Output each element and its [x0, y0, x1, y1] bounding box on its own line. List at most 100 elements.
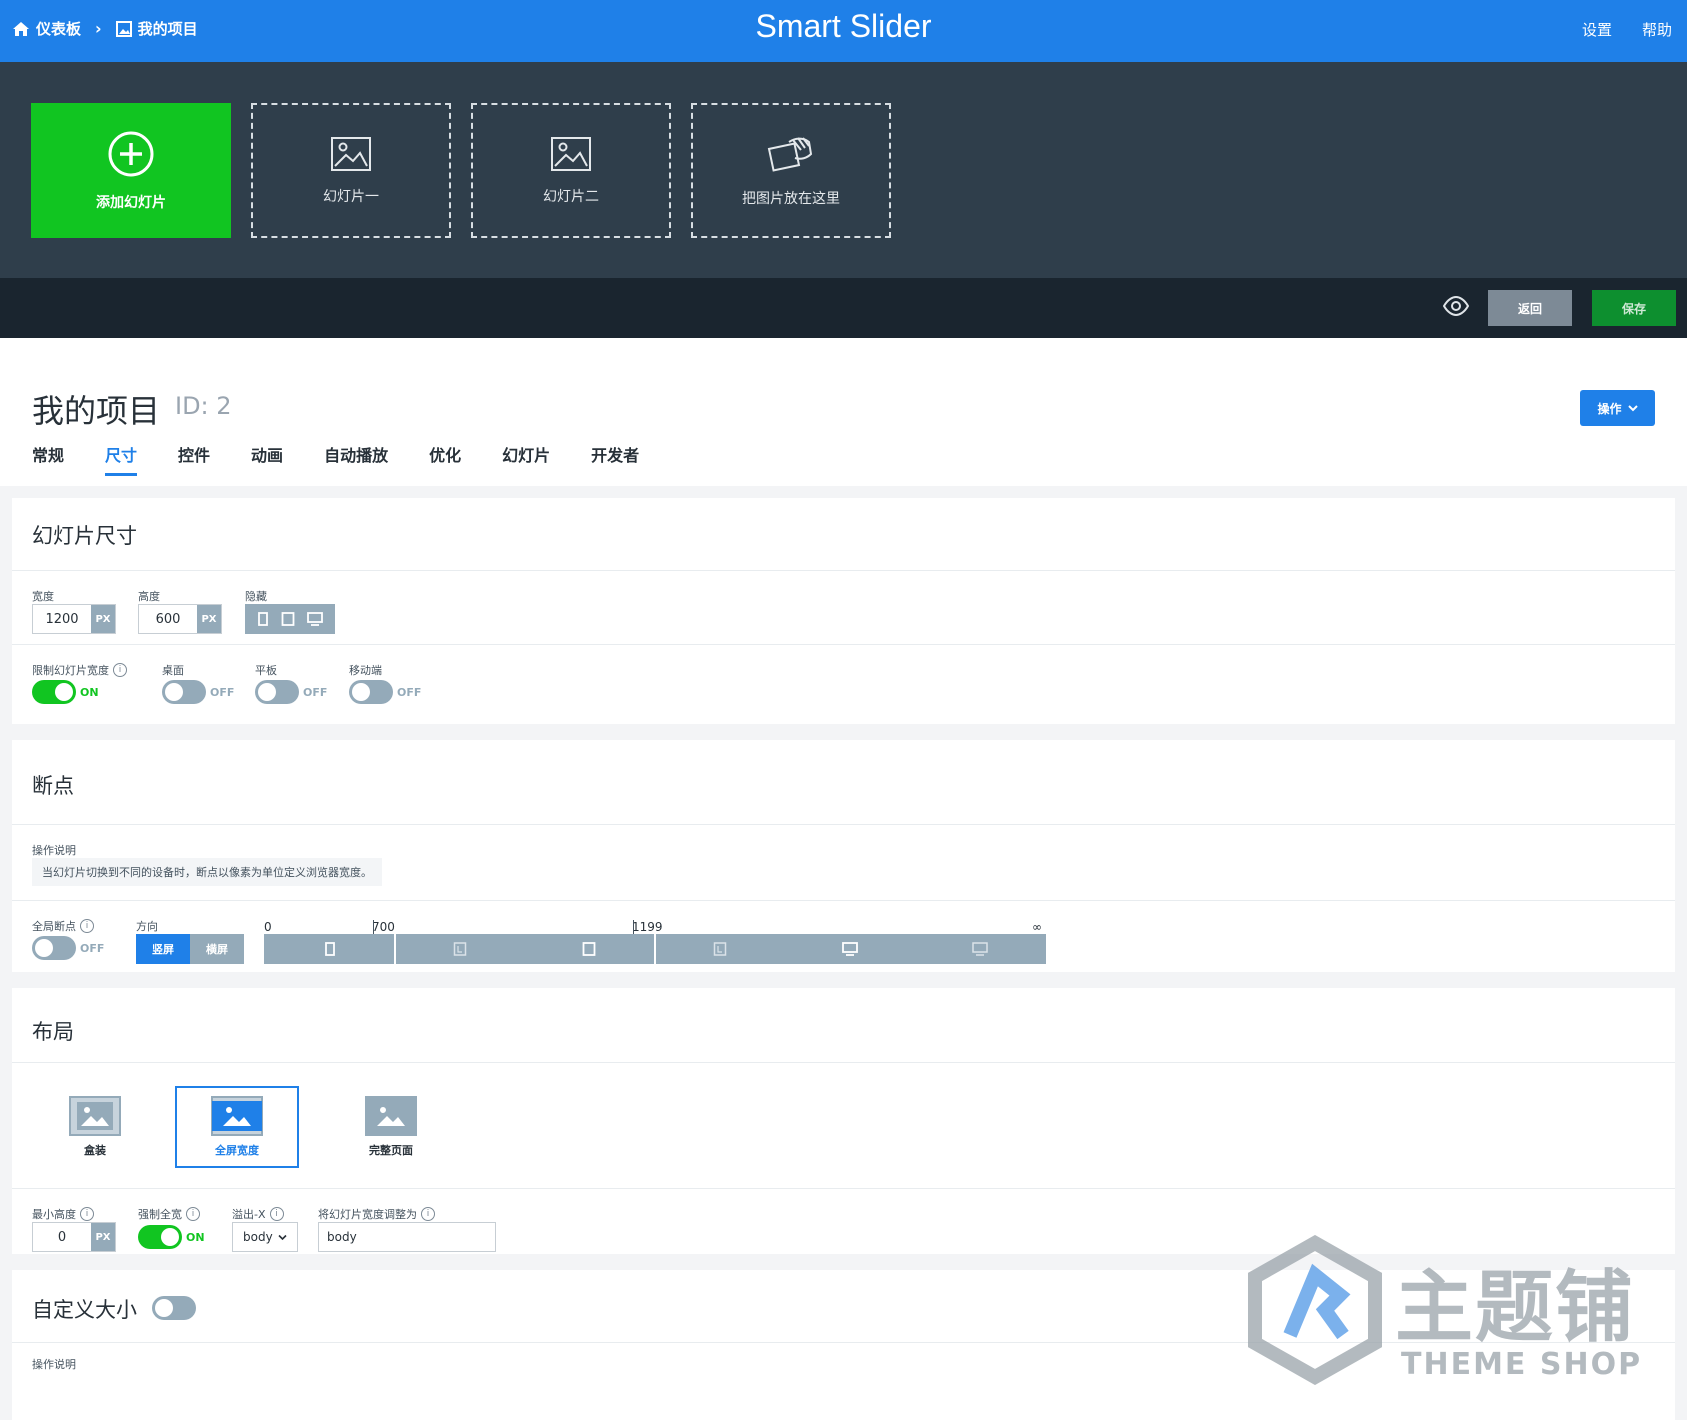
main-content: 我的项目 ID: 2 操作 常规 尺寸 控件 动画 自动播放 优化 幻灯片 开发…	[0, 338, 1687, 1420]
toggle-switch	[138, 1225, 182, 1249]
info-icon[interactable]: i	[269, 1207, 284, 1221]
height-input[interactable]: 600 PX	[138, 604, 222, 634]
hide-label: 隐藏	[245, 588, 267, 604]
tab-optimize[interactable]: 优化	[429, 442, 461, 476]
tablet-icon[interactable]	[281, 612, 295, 626]
layout-fullpage-label: 完整页面	[369, 1144, 413, 1157]
help-link[interactable]: 帮助	[1642, 19, 1672, 40]
drop-images-zone[interactable]: 把图片放在这里	[691, 103, 891, 238]
toggle-switch	[162, 680, 206, 704]
force-fullwidth-toggle[interactable]: ON	[138, 1225, 205, 1249]
toggle-state: OFF	[210, 685, 235, 699]
overflow-x-label: 溢出-X i	[232, 1206, 284, 1222]
tablet-toggle[interactable]: OFF	[255, 680, 327, 704]
mobile-toggle[interactable]: OFF	[349, 680, 421, 704]
toggle-switch	[152, 1296, 196, 1320]
mobile-label-text: 移动端	[349, 664, 382, 677]
info-icon[interactable]: i	[113, 663, 127, 677]
divider	[12, 900, 1675, 901]
layout-boxed-option[interactable]: 盒装	[33, 1086, 157, 1168]
breakpoint-divider[interactable]	[394, 934, 396, 964]
fullpage-layout-icon	[365, 1096, 417, 1136]
tab-autoplay[interactable]: 自动播放	[324, 442, 388, 476]
width-input[interactable]: 1200 PX	[32, 604, 116, 634]
breadcrumb-dashboard[interactable]: 仪表板	[12, 18, 81, 39]
tab-controls[interactable]: 控件	[178, 442, 210, 476]
brand-logo: Smart Slider	[755, 8, 932, 44]
global-breakpoint-toggle[interactable]: OFF	[32, 936, 104, 960]
portrait-button[interactable]: 竖屏	[136, 934, 190, 964]
mobile-landscape-icon	[453, 942, 467, 956]
back-button[interactable]: 返回	[1488, 290, 1572, 326]
breakpoint-tick-700: 700	[372, 920, 395, 934]
operations-dropdown-button[interactable]: 操作	[1580, 390, 1655, 426]
description-label: 操作说明	[32, 842, 76, 858]
slide-size-panel: 幻灯片尺寸 宽度 1200 PX 高度 600 PX 隐藏 限制幻灯片宽度 i …	[12, 498, 1675, 724]
info-icon[interactable]: i	[186, 1207, 200, 1221]
divider	[12, 1062, 1675, 1063]
info-icon[interactable]: i	[80, 919, 94, 933]
slide-card-1[interactable]: 幻灯片一	[251, 103, 451, 238]
action-bar: 返回 保存	[0, 278, 1687, 338]
settings-link[interactable]: 设置	[1582, 19, 1612, 40]
description-text: 当幻灯片切换到不同的设备时，断点以像素为单位定义浏览器宽度。	[32, 858, 382, 886]
custom-size-toggle[interactable]	[152, 1296, 196, 1320]
adjust-width-label-text: 将幻灯片宽度调整为	[318, 1208, 417, 1221]
orientation-switch: 竖屏 横屏	[136, 934, 244, 964]
divider	[12, 570, 1675, 571]
slides-strip: 添加幻灯片 幻灯片一 幻灯片二 把图片放在这里	[0, 62, 1687, 278]
hand-image-icon	[767, 136, 813, 172]
desktop-toggle[interactable]: OFF	[162, 680, 234, 704]
breadcrumb-project[interactable]: 我的项目	[115, 18, 198, 39]
mobile-icon[interactable]	[257, 612, 269, 626]
adjust-width-value: body	[327, 1230, 357, 1244]
desktop-icon[interactable]	[307, 612, 323, 626]
save-button[interactable]: 保存	[1592, 290, 1676, 326]
breadcrumb-project-label: 我的项目	[137, 20, 198, 38]
add-slide-button[interactable]: 添加幻灯片	[31, 103, 231, 238]
force-fullwidth-label: 强制全宽 i	[138, 1206, 200, 1222]
limit-width-label-text: 限制幻灯片宽度	[32, 664, 109, 677]
toggle-state: OFF	[80, 941, 105, 955]
overflow-x-label-text: 溢出-X	[232, 1208, 266, 1221]
top-bar: 仪表板 › 我的项目 Smart Slider 设置 帮助	[0, 0, 1687, 62]
page-title: 我的项目	[32, 392, 161, 430]
hide-device-group	[245, 604, 335, 634]
chevron-right-icon: ›	[95, 19, 102, 38]
tablet-label-text: 平板	[255, 664, 277, 677]
breadcrumb: 仪表板 › 我的项目	[12, 18, 198, 39]
chevron-down-icon	[1627, 405, 1638, 412]
tab-general[interactable]: 常规	[32, 442, 64, 476]
tablet-portrait-icon	[582, 942, 596, 956]
height-value: 600	[155, 611, 181, 627]
min-height-input[interactable]: 0 PX	[32, 1222, 116, 1252]
overflow-x-select[interactable]: body	[232, 1222, 298, 1252]
hide-label-text: 隐藏	[245, 590, 267, 603]
limit-width-toggle[interactable]: ON	[32, 680, 99, 704]
breakpoints-panel: 断点 操作说明 当幻灯片切换到不同的设备时，断点以像素为单位定义浏览器宽度。 全…	[12, 740, 1675, 972]
tab-size[interactable]: 尺寸	[105, 442, 138, 476]
layout-fullwidth-option[interactable]: 全屏宽度	[175, 1086, 299, 1168]
adjust-width-input[interactable]: body	[318, 1222, 496, 1252]
tab-slides[interactable]: 幻灯片	[502, 442, 550, 476]
height-label: 高度	[138, 588, 160, 604]
tab-developer[interactable]: 开发者	[591, 442, 639, 476]
layout-fullpage-option[interactable]: 完整页面	[329, 1086, 453, 1168]
desktop-label: 桌面	[162, 662, 184, 678]
toggle-state: OFF	[397, 685, 422, 699]
project-header: 我的项目 ID: 2 操作 常规 尺寸 控件 动画 自动播放 优化 幻灯片 开发…	[0, 338, 1687, 486]
breakpoint-divider[interactable]	[654, 934, 656, 964]
slide-card-2[interactable]: 幻灯片二	[471, 103, 671, 238]
layout-fullwidth-label: 全屏宽度	[215, 1144, 259, 1157]
landscape-button[interactable]: 横屏	[190, 934, 244, 964]
divider	[12, 1188, 1675, 1189]
info-icon[interactable]: i	[421, 1207, 435, 1221]
toggle-switch	[349, 680, 393, 704]
preview-eye-icon[interactable]	[1443, 296, 1469, 316]
info-icon[interactable]: i	[80, 1207, 94, 1221]
tab-animation[interactable]: 动画	[251, 442, 283, 476]
min-height-unit: PX	[91, 1223, 115, 1251]
description-label-text: 操作说明	[32, 844, 76, 857]
layout-panel: 布局 盒装 全屏宽度 完整页面 最小高度 i 0 PX 强制全宽 i ON 溢出…	[12, 988, 1675, 1254]
description-label-text: 操作说明	[32, 1358, 76, 1371]
